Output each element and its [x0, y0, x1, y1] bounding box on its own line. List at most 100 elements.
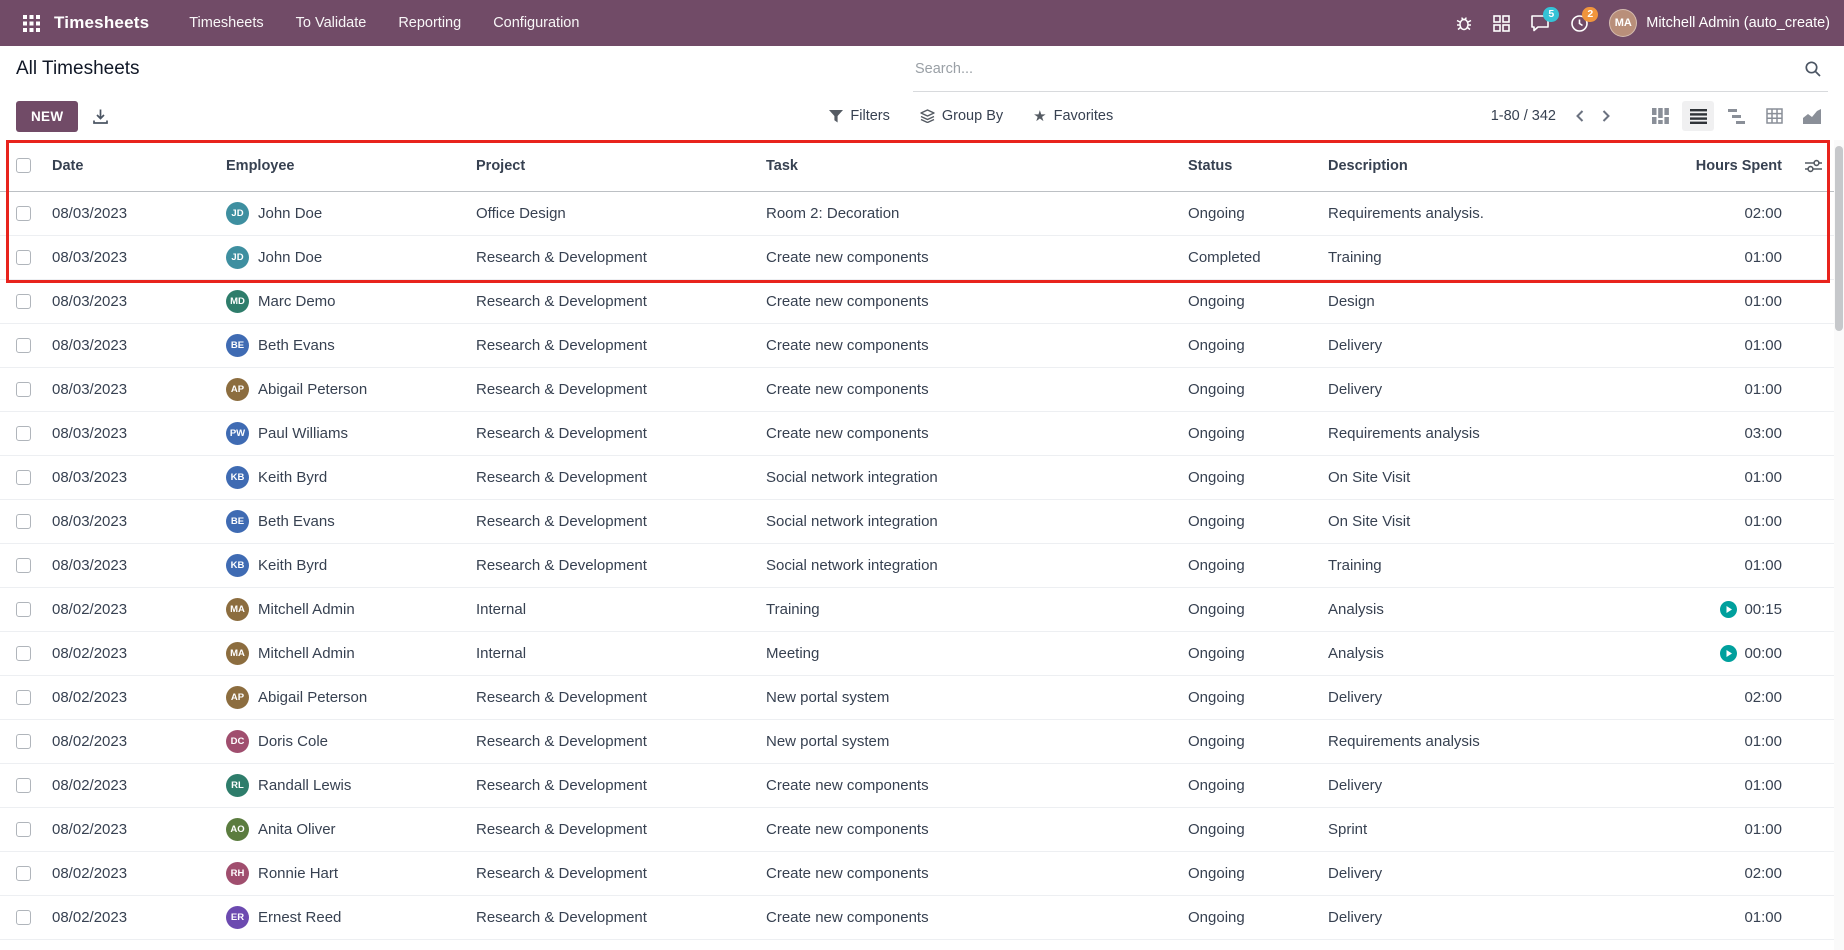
cell-date: 08/02/2023	[52, 909, 226, 926]
optional-columns-icon[interactable]	[1805, 159, 1822, 173]
table-row[interactable]: 08/02/2023 MA Mitchell Admin Internal Tr…	[0, 588, 1844, 632]
breadcrumb[interactable]: All Timesheets	[16, 58, 140, 80]
row-checkbox[interactable]	[16, 426, 31, 441]
row-checkbox[interactable]	[16, 822, 31, 837]
table-row[interactable]: 08/03/2023 JD John Doe Research & Develo…	[0, 236, 1844, 280]
table-row[interactable]: 08/02/2023 RH Ronnie Hart Research & Dev…	[0, 852, 1844, 896]
user-avatar: MA	[1609, 9, 1637, 37]
employee-avatar: AO	[226, 818, 249, 841]
search-icon[interactable]	[1804, 60, 1822, 78]
filters-button[interactable]: Filters	[829, 108, 889, 124]
timer-play-icon[interactable]	[1720, 601, 1737, 618]
search-bar[interactable]	[913, 46, 1828, 92]
row-checkbox[interactable]	[16, 910, 31, 925]
timer-play-icon[interactable]	[1720, 645, 1737, 662]
cell-task: Create new components	[766, 381, 1188, 398]
activities-clock-icon[interactable]: 2	[1570, 14, 1589, 33]
cell-project: Research & Development	[476, 513, 766, 530]
topbar: Timesheets Timesheets To Validate Report…	[0, 0, 1844, 46]
table-row[interactable]: 08/03/2023 BE Beth Evans Research & Deve…	[0, 324, 1844, 368]
cell-task: Create new components	[766, 293, 1188, 310]
table-row[interactable]: 08/03/2023 PW Paul Williams Research & D…	[0, 412, 1844, 456]
table-row[interactable]: 08/02/2023 DC Doris Cole Research & Deve…	[0, 720, 1844, 764]
table-row[interactable]: 08/02/2023 RL Randall Lewis Research & D…	[0, 764, 1844, 808]
table-row[interactable]: 08/03/2023 BE Beth Evans Research & Deve…	[0, 500, 1844, 544]
user-menu[interactable]: MA Mitchell Admin (auto_create)	[1609, 9, 1830, 37]
hours-value: 03:00	[1744, 425, 1782, 442]
messages-icon[interactable]: 5	[1530, 14, 1550, 33]
row-checkbox[interactable]	[16, 470, 31, 485]
menu-reporting[interactable]: Reporting	[386, 7, 473, 39]
scrollbar-thumb[interactable]	[1835, 146, 1843, 331]
employee-name: John Doe	[258, 249, 322, 266]
row-checkbox[interactable]	[16, 602, 31, 617]
gantt-view-icon[interactable]	[1720, 101, 1752, 131]
column-header-project[interactable]: Project	[476, 158, 766, 174]
pivot-view-icon[interactable]	[1758, 101, 1790, 131]
menu-configuration[interactable]: Configuration	[481, 7, 591, 39]
row-checkbox[interactable]	[16, 206, 31, 221]
grid-icon[interactable]	[1493, 15, 1510, 32]
timesheet-table: Date Employee Project Task Status Descri…	[0, 140, 1844, 950]
row-checkbox[interactable]	[16, 646, 31, 661]
row-checkbox[interactable]	[16, 734, 31, 749]
table-row[interactable]: 08/02/2023 ER Ernest Reed Research & Dev…	[0, 896, 1844, 940]
cell-status: Ongoing	[1188, 205, 1328, 222]
column-header-employee[interactable]: Employee	[226, 158, 476, 174]
cell-date: 08/03/2023	[52, 249, 226, 266]
list-view-icon[interactable]	[1682, 101, 1714, 131]
cell-status: Ongoing	[1188, 601, 1328, 618]
apps-menu-icon[interactable]	[14, 6, 48, 40]
cell-task: Create new components	[766, 337, 1188, 354]
column-header-hours-spent[interactable]: Hours Spent	[1638, 158, 1792, 174]
menu-timesheets[interactable]: Timesheets	[177, 7, 275, 39]
graph-view-icon[interactable]	[1796, 101, 1828, 131]
column-header-description[interactable]: Description	[1328, 158, 1638, 174]
row-checkbox[interactable]	[16, 778, 31, 793]
kanban-view-icon[interactable]	[1644, 101, 1676, 131]
column-header-status[interactable]: Status	[1188, 158, 1328, 174]
table-row[interactable]: 08/03/2023 JD John Doe Office Design Roo…	[0, 192, 1844, 236]
cell-date: 08/02/2023	[52, 645, 226, 662]
row-checkbox[interactable]	[16, 338, 31, 353]
row-checkbox[interactable]	[16, 866, 31, 881]
table-row[interactable]: 08/03/2023 KB Keith Byrd Research & Deve…	[0, 456, 1844, 500]
table-row[interactable]: 08/03/2023 AP Abigail Peterson Research …	[0, 368, 1844, 412]
debug-bug-icon[interactable]	[1455, 14, 1473, 32]
view-switcher	[1644, 101, 1828, 131]
row-checkbox[interactable]	[16, 294, 31, 309]
vertical-scrollbar[interactable]	[1834, 140, 1844, 950]
search-input[interactable]	[915, 61, 1804, 77]
row-checkbox[interactable]	[16, 558, 31, 573]
export-download-icon[interactable]	[92, 108, 109, 125]
select-all-checkbox[interactable]	[16, 158, 31, 173]
pager-previous-icon[interactable]	[1570, 105, 1590, 127]
table-row[interactable]: 08/02/2023 AO Anita Oliver Research & De…	[0, 808, 1844, 852]
cell-status: Ongoing	[1188, 689, 1328, 706]
favorites-button[interactable]: ★ Favorites	[1033, 107, 1113, 125]
pager-next-icon[interactable]	[1596, 105, 1616, 127]
menu-to-validate[interactable]: To Validate	[284, 7, 379, 39]
row-checkbox[interactable]	[16, 690, 31, 705]
row-checkbox[interactable]	[16, 514, 31, 529]
column-header-date[interactable]: Date	[52, 158, 226, 174]
table-row[interactable]: 08/02/2023 AP Abigail Peterson Research …	[0, 676, 1844, 720]
new-button[interactable]: NEW	[16, 101, 78, 132]
employee-avatar: DC	[226, 730, 249, 753]
employee-avatar: KB	[226, 554, 249, 577]
employee-name: Paul Williams	[258, 425, 348, 442]
group-by-button[interactable]: Group By	[920, 108, 1003, 124]
app-title[interactable]: Timesheets	[54, 13, 149, 33]
pager-range: 1-80 / 342	[1491, 108, 1556, 124]
table-row[interactable]: 08/03/2023 KB Keith Byrd Research & Deve…	[0, 544, 1844, 588]
cell-status: Ongoing	[1188, 821, 1328, 838]
table-row[interactable]: 08/02/2023 MA Mitchell Admin Internal Me…	[0, 632, 1844, 676]
cell-project: Research & Development	[476, 689, 766, 706]
column-header-task[interactable]: Task	[766, 158, 1188, 174]
table-row[interactable]: 08/03/2023 MD Marc Demo Research & Devel…	[0, 280, 1844, 324]
row-checkbox[interactable]	[16, 250, 31, 265]
table-row[interactable]: 08/02/2023 EL Eli Lambert Research & Dev…	[0, 940, 1844, 950]
cell-status: Completed	[1188, 249, 1328, 266]
cell-task: Create new components	[766, 425, 1188, 442]
row-checkbox[interactable]	[16, 382, 31, 397]
